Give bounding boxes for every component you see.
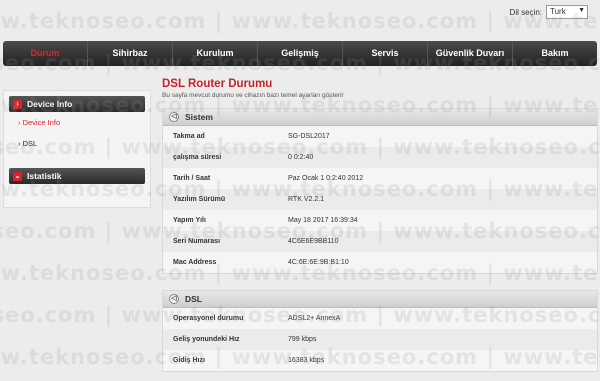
row-label: Yazılım Sürümü [173, 196, 226, 203]
row-label: Geliş yonundeki Hız [173, 336, 240, 343]
nav-sihirbaz[interactable]: Sihirbaz [88, 41, 173, 66]
row-value: 4C6E6E9BB110 [288, 238, 339, 245]
collapse-icon: ◁ [169, 294, 179, 304]
dsl-panel-header[interactable]: ◁ DSL [163, 291, 597, 308]
row-label: Operasyonel durumu [173, 315, 244, 322]
table-row: Takma ad SG-DSL2017 [163, 126, 597, 147]
language-dropdown[interactable]: Turk ▼ [546, 5, 588, 19]
row-label: Tarih / Saat [173, 175, 211, 182]
system-panel-header[interactable]: ◁ Sistem [163, 109, 597, 126]
row-value: 0 0:2:40 [288, 154, 314, 161]
sidebar-section-istatistik[interactable]: ⌄ Istatistik [9, 168, 145, 184]
dsl-rows: Operasyonel durumu ADSL2+ AnnexA Geliş yo… [163, 308, 597, 371]
page-subtitle: Bu sayfa mevcut durumu ve cihazın bazı t… [162, 92, 344, 99]
table-row: Yazılım Sürümü RTK V2.2.1 [163, 189, 597, 210]
row-value: SG-DSL2017 [288, 133, 330, 140]
sidebar-item-label: Device Info [22, 118, 61, 127]
table-row: Mac Address 4C:6E:6E:9B:B1:10 [163, 252, 597, 273]
row-value: May 18 2017 16:39:34 [288, 217, 358, 224]
language-selected: Turk [550, 7, 566, 16]
sidebar-section-device-info[interactable]: › Device Info [9, 96, 145, 112]
sidebar-section-label: Istatistik [27, 171, 62, 181]
row-label: Yapım Yılı [173, 217, 206, 224]
table-row: Operasyonel durumu ADSL2+ AnnexA [163, 308, 597, 329]
system-rows: Takma ad SG-DSL2017 çalışma süresi 0 0:2:4… [163, 126, 597, 273]
arrow-down-icon: ⌄ [13, 171, 22, 181]
sidebar-item-device-info[interactable]: › Device Info [4, 112, 150, 133]
system-panel: ◁ Sistem Takma ad SG-DSL2017 çalışma süre… [162, 108, 598, 274]
language-label: Dil seçin: [509, 7, 542, 17]
row-value: Paz Ocak 1 0:2:40 2012 [288, 175, 364, 182]
row-label: Seri Numarası [173, 238, 221, 245]
sidebar-section-label: Device Info [27, 99, 73, 109]
dsl-panel: ◁ DSL Operasyonel durumu ADSL2+ AnnexA Ge… [162, 290, 598, 372]
panel-title: DSL [185, 294, 202, 304]
collapse-icon: ◁ [169, 112, 179, 122]
language-selector: Dil seçin: Turk ▼ [510, 5, 588, 19]
chevron-down-icon: ▼ [578, 7, 585, 14]
nav-bakim[interactable]: Bakım [513, 41, 597, 66]
table-row: Seri Numarası 4C6E6E9BB110 [163, 231, 597, 252]
row-value: 4C:6E:6E:9B:B1:10 [288, 259, 349, 266]
nav-durum[interactable]: Durum [3, 41, 88, 66]
row-label: Takma ad [173, 133, 205, 140]
panel-title: Sistem [185, 112, 213, 122]
row-label: Mac Address [173, 259, 217, 266]
row-value: ADSL2+ AnnexA [288, 315, 341, 322]
row-value: RTK V2.2.1 [288, 196, 325, 203]
sidebar-item-dsl[interactable]: › DSL [4, 133, 150, 154]
row-value: 16383 kbps [288, 357, 325, 364]
table-row: Yapım Yılı May 18 2017 16:39:34 [163, 210, 597, 231]
nav-kurulum[interactable]: Kurulum [173, 41, 258, 66]
table-row: Tarih / Saat Paz Ocak 1 0:2:40 2012 [163, 168, 597, 189]
table-row: Gidiş Hızı 16383 kbps [163, 350, 597, 371]
nav-servis[interactable]: Servis [343, 41, 428, 66]
top-bar: Dil seçin: Turk ▼ [0, 0, 600, 40]
nav-gelismis[interactable]: Gelişmiş [258, 41, 343, 66]
table-row: Geliş yonundeki Hız 799 kbps [163, 329, 597, 350]
page-title: DSL Router Durumu [162, 78, 273, 90]
sidebar-item-label: DSL [22, 139, 38, 148]
sidebar: › Device Info › Device Info › DSL ⌄ Ista… [3, 90, 151, 208]
nav-guvenlik-duvari[interactable]: Güvenlik Duvarı [428, 41, 513, 66]
row-label: Gidiş Hızı [173, 357, 205, 364]
row-label: çalışma süresi [173, 154, 222, 161]
main-nav: Durum Sihirbaz Kurulum Gelişmiş Servis G… [3, 41, 597, 66]
content-header: DSL Router Durumu Bu sayfa mevcut durumu… [162, 78, 598, 99]
row-value: 799 kbps [288, 336, 317, 343]
arrow-right-icon: › [13, 99, 22, 109]
table-row: çalışma süresi 0 0:2:40 [163, 147, 597, 168]
